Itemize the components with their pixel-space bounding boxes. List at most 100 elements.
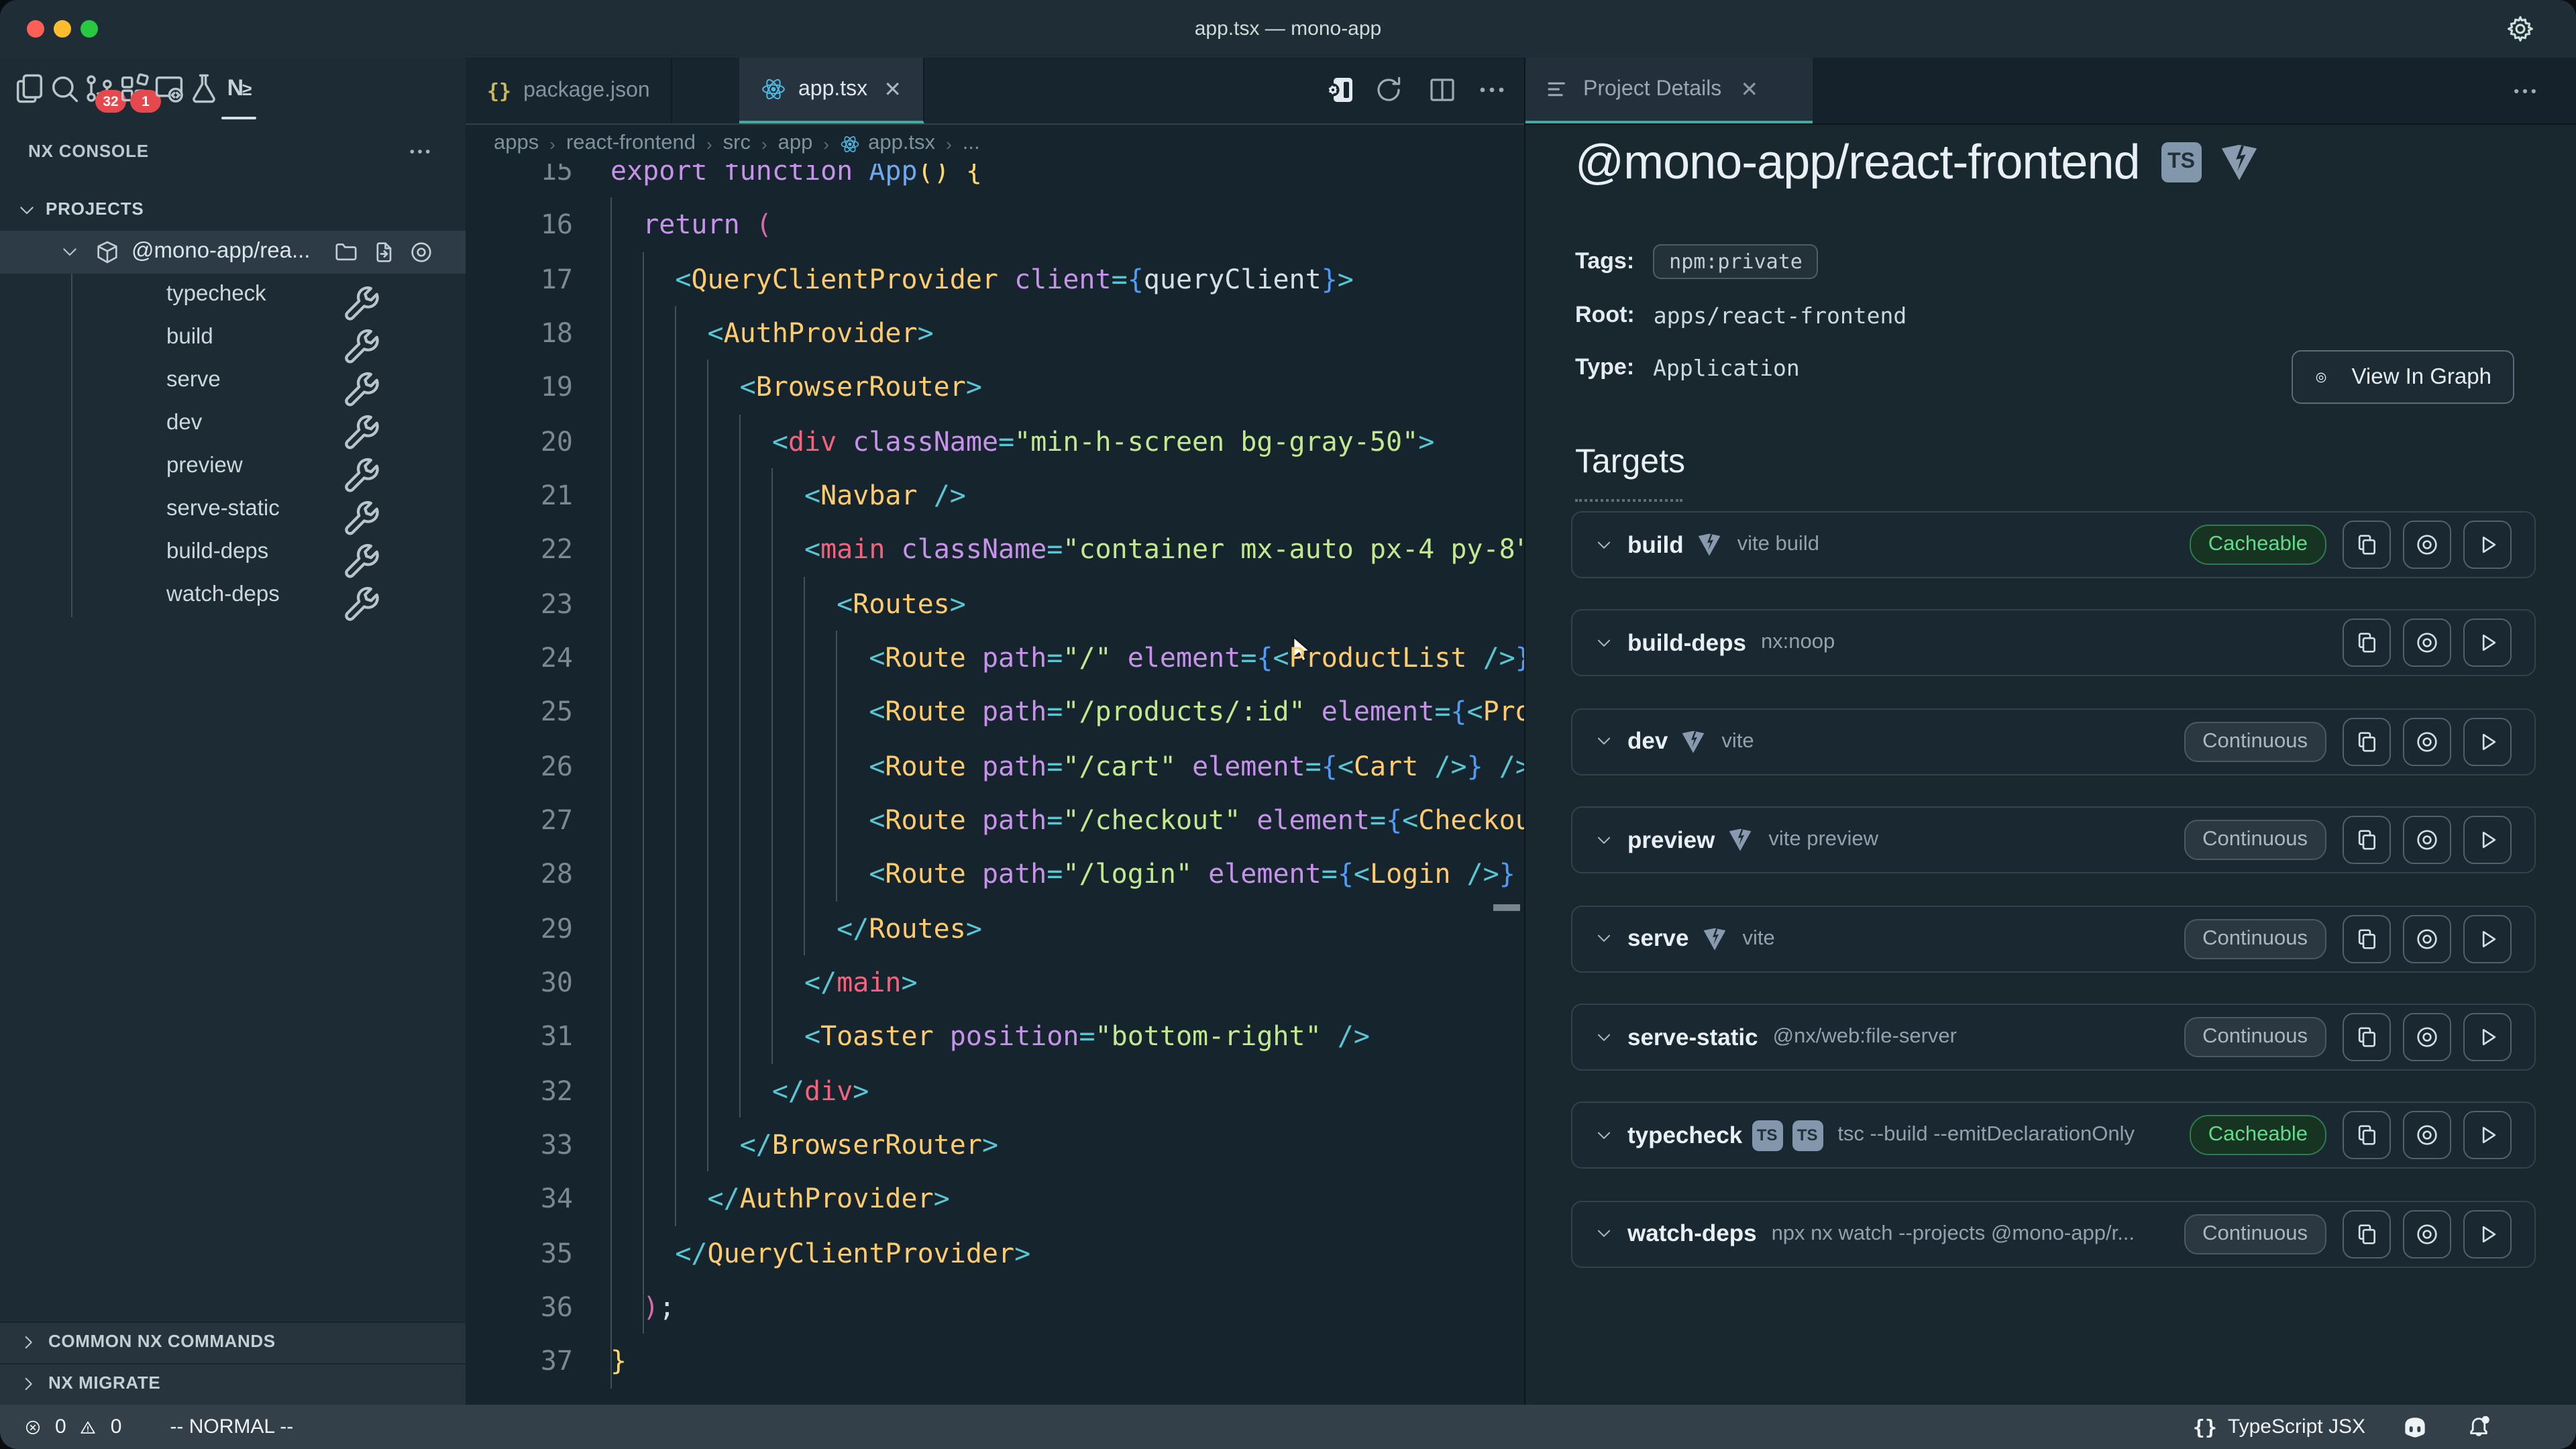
chevron-down-icon[interactable]	[1594, 732, 1614, 752]
breadcrumb-item[interactable]: src	[723, 131, 751, 156]
projects-section-header[interactable]: PROJECTS	[0, 195, 466, 229]
sidebar-more-actions-icon[interactable]	[407, 138, 433, 165]
target-card-watch-deps[interactable]: watch-depsnpx nx watch --projects @mono-…	[1571, 1201, 2536, 1268]
view-graph-icon-button[interactable]	[2403, 914, 2451, 963]
view-in-graph-button[interactable]: View In Graph	[2291, 350, 2514, 404]
split-editor-icon[interactable]	[1426, 74, 1458, 106]
copy-icon-button[interactable]	[2343, 619, 2391, 667]
chevron-down-icon[interactable]	[1594, 535, 1614, 555]
run-target-icon-button[interactable]	[2463, 521, 2512, 569]
source-control-icon[interactable]: 32	[82, 71, 117, 106]
tab-project-details[interactable]: Project Details ✕	[1525, 58, 1813, 123]
warnings-icon[interactable]	[80, 1415, 104, 1439]
breadcrumb-item[interactable]: ...	[963, 131, 980, 156]
code-line-35: 35 </QueryClientProvider>	[466, 1226, 1524, 1280]
copy-icon-button[interactable]	[2343, 816, 2391, 864]
chevron-down-icon[interactable]	[1594, 1126, 1614, 1146]
testing-icon[interactable]	[186, 71, 221, 106]
sidebar-bottom-sections: COMMON NX COMMANDSNX MIGRATE	[0, 1322, 466, 1405]
refresh-icon[interactable]	[1373, 74, 1405, 106]
run-target-icon-button[interactable]	[2463, 1112, 2512, 1160]
panel-more-actions-icon[interactable]	[2510, 76, 2540, 106]
tree-item-typecheck[interactable]: typecheck	[0, 274, 466, 317]
target-name: build-deps	[1627, 629, 1746, 657]
breadcrumb-item[interactable]: app.tsx	[840, 131, 935, 156]
copy-icon-button[interactable]	[2343, 914, 2391, 963]
chevron-down-icon	[59, 241, 80, 263]
open-config-icon[interactable]	[370, 239, 397, 266]
copy-icon-button[interactable]	[2343, 521, 2391, 569]
sidebar-section-common-nx-commands[interactable]: COMMON NX COMMANDS	[0, 1322, 466, 1363]
tree-item-build[interactable]: build	[0, 317, 466, 360]
view-graph-icon-button[interactable]	[2403, 521, 2451, 569]
folder-icon[interactable]	[333, 239, 360, 266]
close-icon[interactable]: ✕	[1740, 76, 1758, 103]
view-graph-icon-button[interactable]	[2403, 816, 2451, 864]
run-target-icon-button[interactable]	[2463, 1013, 2512, 1061]
chevron-down-icon[interactable]	[1594, 830, 1614, 850]
view-graph-icon-button[interactable]	[2403, 718, 2451, 766]
errors-icon[interactable]	[24, 1415, 48, 1439]
warnings-count[interactable]: 0	[111, 1415, 122, 1438]
target-card-dev[interactable]: devviteContinuous	[1571, 708, 2536, 775]
run-target-icon-button[interactable]	[2463, 914, 2512, 963]
sidebar-section-nx-migrate[interactable]: NX MIGRATE	[0, 1363, 466, 1405]
view-graph-icon-button[interactable]	[2403, 1013, 2451, 1061]
target-card-typecheck[interactable]: typecheckTSTStsc --build --emitDeclarati…	[1571, 1102, 2536, 1169]
copy-icon-button[interactable]	[2343, 1210, 2391, 1258]
breadcrumb-item[interactable]: app	[778, 131, 813, 156]
view-graph-icon[interactable]	[408, 239, 435, 266]
tab-app.tsx[interactable]: app.tsx✕	[739, 58, 924, 123]
tab-package.json[interactable]: {}package.json	[466, 58, 673, 123]
breadcrumb-item[interactable]: react-frontend	[566, 131, 696, 156]
chevron-down-icon[interactable]	[1594, 633, 1614, 653]
view-graph-icon-button[interactable]	[2403, 619, 2451, 667]
remote-explorer-icon[interactable]	[152, 71, 186, 106]
copy-icon-button[interactable]	[2343, 1112, 2391, 1160]
language-indicator[interactable]: {} TypeScript JSX	[2193, 1415, 2365, 1439]
run-target-icon-button[interactable]	[2463, 619, 2512, 667]
nx-console-icon[interactable]: N≥	[221, 71, 256, 106]
copy-icon-button[interactable]	[2343, 1013, 2391, 1061]
target-card-serve[interactable]: serveviteContinuous	[1571, 905, 2536, 972]
explorer-icon[interactable]	[12, 71, 47, 106]
target-card-preview[interactable]: previewvite previewContinuous	[1571, 806, 2536, 873]
code-line-30: 30 </main>	[466, 955, 1524, 1010]
target-card-build[interactable]: buildvite buildCacheable	[1571, 511, 2536, 578]
run-target-icon-button[interactable]	[2463, 1210, 2512, 1258]
tree-item-watch-deps[interactable]: watch-deps	[0, 574, 466, 617]
tree-item-dev[interactable]: dev	[0, 402, 466, 445]
code-editor[interactable]: 15export function App() {16 return (17 <…	[466, 164, 1524, 1405]
vite-icon	[2218, 141, 2261, 184]
view-graph-icon-button[interactable]	[2403, 1112, 2451, 1160]
gear-icon[interactable]	[2505, 13, 2536, 44]
notifications-bell-icon[interactable]	[2465, 1413, 2493, 1441]
run-target-icon-button[interactable]	[2463, 718, 2512, 766]
more-actions-icon[interactable]	[1476, 74, 1508, 106]
tree-item-preview[interactable]: preview	[0, 445, 466, 488]
tree-item-build-deps[interactable]: build-deps	[0, 531, 466, 574]
copy-icon-button[interactable]	[2343, 718, 2391, 766]
target-card-build-deps[interactable]: build-depsnx:noop	[1571, 610, 2536, 677]
tab-label: package.json	[523, 78, 650, 103]
code-line-29: 29 </Routes>	[466, 901, 1524, 955]
extensions-icon[interactable]: 1	[117, 71, 152, 106]
chevron-down-icon[interactable]	[1594, 1027, 1614, 1047]
breadcrumb-item[interactable]: apps	[494, 131, 539, 156]
target-card-serve-static[interactable]: serve-static@nx/web:file-serverContinuou…	[1571, 1004, 2536, 1071]
tree-item-serve[interactable]: serve	[0, 360, 466, 402]
close-icon[interactable]: ✕	[883, 76, 902, 103]
project-row-selected[interactable]: @mono-app/rea...	[0, 231, 466, 274]
tree-item-serve-static[interactable]: serve-static	[0, 488, 466, 531]
code-line-28: 28 <Route path="/login" element={<Login …	[466, 847, 1524, 902]
chevron-down-icon[interactable]	[1594, 1224, 1614, 1244]
run-target-icon-button[interactable]	[2463, 816, 2512, 864]
search-icon[interactable]	[47, 71, 82, 106]
chevron-down-icon[interactable]	[1594, 928, 1614, 949]
errors-count[interactable]: 0	[55, 1415, 66, 1438]
view-graph-icon-button[interactable]	[2403, 1210, 2451, 1258]
breadcrumb[interactable]: apps›react-frontend›src›app›app.tsx›...	[466, 123, 1552, 164]
open-project-details-icon[interactable]	[1324, 74, 1356, 106]
breadcrumb-separator: ›	[823, 133, 829, 154]
copilot-icon[interactable]	[2400, 1412, 2430, 1442]
